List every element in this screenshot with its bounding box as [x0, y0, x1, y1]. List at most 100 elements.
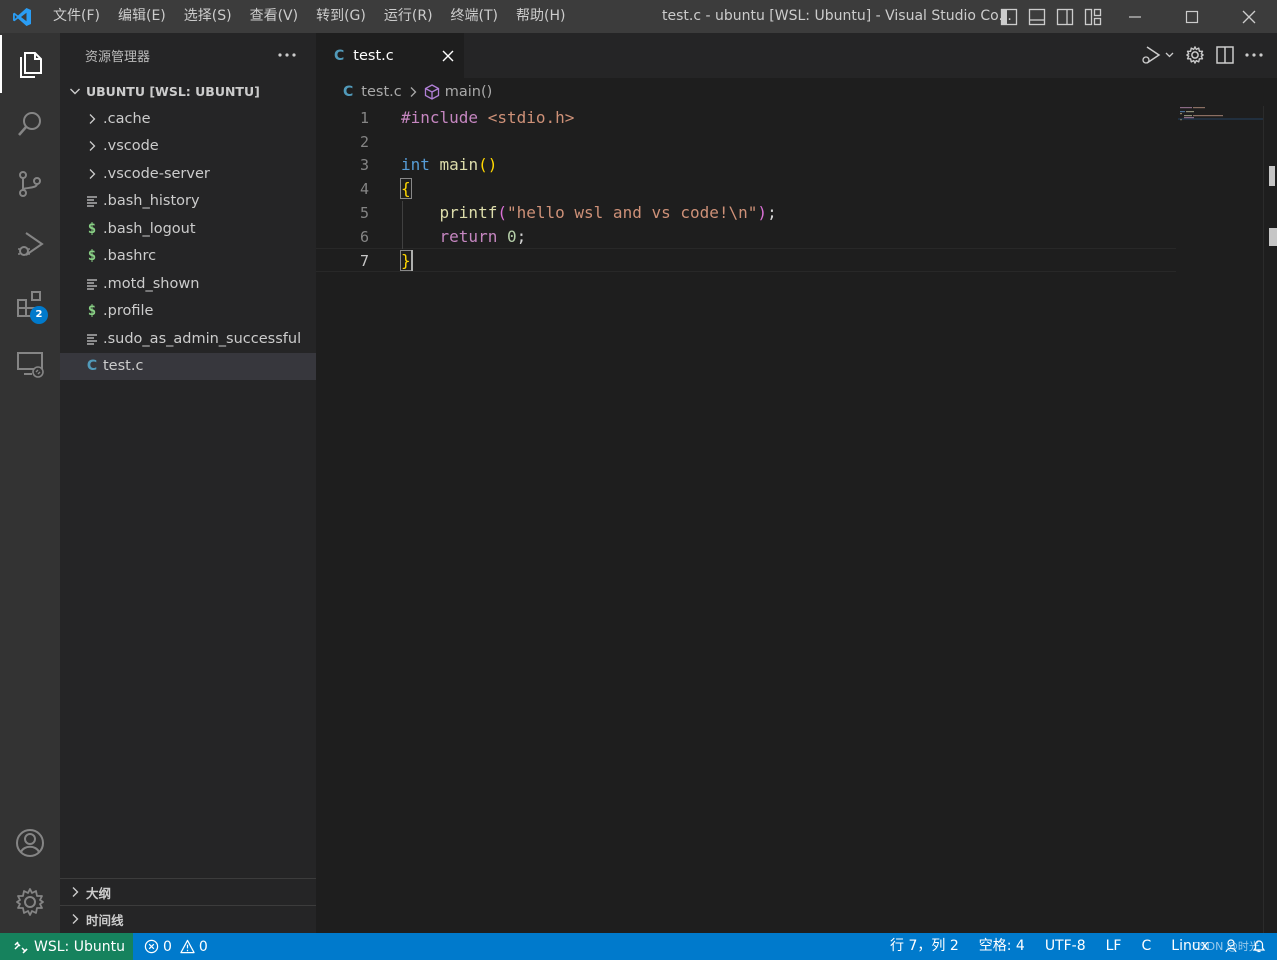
customize-layout-icon[interactable] — [1082, 6, 1104, 28]
explorer-icon[interactable] — [0, 35, 60, 93]
tree-item-bashrc[interactable]: $ .bashrc — [60, 243, 316, 271]
accounts-icon[interactable] — [0, 814, 60, 872]
source-control-icon[interactable] — [0, 155, 60, 213]
vertical-scrollbar[interactable] — [1263, 106, 1277, 933]
menu-edit[interactable]: 编辑(E) — [109, 0, 175, 33]
encoding[interactable]: UTF-8 — [1035, 933, 1096, 960]
tree-item-vscode[interactable]: .vscode — [60, 133, 316, 161]
tree-item-bash-history[interactable]: .bash_history — [60, 188, 316, 216]
toggle-sidebar-icon[interactable] — [998, 6, 1020, 28]
cursor-position[interactable]: 行 7，列 2 — [880, 933, 969, 960]
workspace-section-header[interactable]: UBUNTU [WSL: UBUNTU] — [60, 77, 316, 105]
activity-bar: 2 — [0, 33, 60, 933]
code-text: #include <stdio.h> — [401, 106, 574, 130]
run-debug-dropdown-icon[interactable] — [1139, 43, 1175, 67]
menu-file[interactable]: 文件(F) — [44, 0, 109, 33]
tree-item-label: .sudo_as_admin_successful — [103, 330, 302, 347]
workspace-section-label: UBUNTU [WSL: UBUNTU] — [86, 83, 260, 99]
minimap[interactable] — [1178, 106, 1263, 933]
token-type: int — [401, 155, 430, 174]
tree-item-sudo-as-admin[interactable]: .sudo_as_admin_successful — [60, 325, 316, 353]
cube-symbol-icon — [424, 84, 440, 100]
more-actions-icon[interactable] — [276, 44, 298, 66]
code-editor[interactable]: 1 #include <stdio.h> 2 3 int main() 4 { … — [316, 106, 1176, 933]
search-icon[interactable] — [0, 95, 60, 153]
breadcrumb-symbol[interactable]: main() — [445, 84, 493, 100]
menu-help[interactable]: 帮助(H) — [507, 0, 574, 33]
dollar-icon: $ — [87, 248, 97, 265]
menu-go[interactable]: 转到(G) — [307, 0, 375, 33]
breadcrumb-file[interactable]: test.c — [361, 84, 401, 100]
tree-item-profile[interactable]: $ .profile — [60, 298, 316, 326]
gear-icon[interactable] — [1185, 43, 1205, 67]
token-paren: () — [478, 155, 498, 174]
tree-item-bash-logout[interactable]: $ .bash_logout — [60, 215, 316, 243]
code-text: } — [400, 249, 412, 273]
token-paren: ) — [757, 203, 768, 222]
problems-indicator[interactable]: 0 0 — [144, 933, 208, 960]
tree-item-motd-shown[interactable]: .motd_shown — [60, 270, 316, 298]
sidebar-header: 资源管理器 — [60, 33, 316, 77]
editor-tabs: C test.c — [316, 33, 1277, 78]
tab-test-c[interactable]: C test.c — [316, 33, 464, 78]
minimize-icon[interactable] — [1106, 0, 1163, 33]
file-tree: .cache .vscode .vscode-server .bash_hist… — [60, 105, 316, 380]
tree-item-cache[interactable]: .cache — [60, 105, 316, 133]
c-file-icon: C — [86, 358, 98, 375]
window-title: test.c - ubuntu [WSL: Ubuntu] - Visual S… — [662, 8, 1012, 24]
split-editor-icon[interactable] — [1215, 43, 1235, 67]
outline-section-header[interactable]: 大纲 — [60, 878, 316, 905]
menu-run[interactable]: 运行(R) — [375, 0, 442, 33]
close-window-icon[interactable] — [1220, 0, 1277, 33]
token-string: "hello wsl and vs code!\n" — [506, 203, 758, 222]
timeline-section-header[interactable]: 时间线 — [60, 905, 316, 932]
chevron-right-icon — [82, 140, 102, 152]
code-line: 1 #include <stdio.h> — [316, 106, 1176, 130]
tree-item-label: .profile — [103, 303, 154, 320]
line-number: 1 — [359, 109, 369, 127]
token-header: <stdio.h> — [478, 108, 575, 127]
token-semicolon: ; — [767, 203, 777, 222]
warning-icon — [180, 939, 195, 954]
menu-selection[interactable]: 选择(S) — [175, 0, 241, 33]
extensions-icon[interactable]: 2 — [0, 275, 60, 333]
tree-item-label: .motd_shown — [103, 275, 200, 292]
code-line-current: 7 } — [316, 248, 1176, 272]
indentation[interactable]: 空格: 4 — [969, 933, 1035, 960]
extensions-badge: 2 — [30, 306, 48, 324]
scrollbar-marker — [1269, 166, 1275, 186]
settings-gear-icon[interactable] — [0, 873, 60, 931]
watermark: CSDN @时光 — [1192, 940, 1260, 953]
editor-actions — [1139, 43, 1263, 67]
window-controls — [1106, 0, 1277, 33]
menu-bar: 文件(F) 编辑(E) 选择(S) 查看(V) 转到(G) 运行(R) 终端(T… — [44, 0, 574, 33]
line-ending[interactable]: LF — [1096, 933, 1132, 960]
sidebar-title: 资源管理器 — [85, 49, 151, 65]
tree-item-test-c[interactable]: C test.c — [60, 352, 316, 380]
more-actions-icon[interactable] — [1245, 43, 1263, 67]
chevron-right-icon — [66, 886, 84, 898]
code-line: 6 return 0; — [316, 225, 1176, 249]
error-count: 0 — [163, 938, 172, 955]
toggle-secondary-sidebar-icon[interactable] — [1054, 6, 1076, 28]
maximize-icon[interactable] — [1163, 0, 1220, 33]
text-cursor — [411, 250, 413, 271]
warning-count: 0 — [198, 938, 208, 955]
toggle-panel-icon[interactable] — [1026, 6, 1048, 28]
run-debug-icon[interactable] — [0, 215, 60, 273]
chevron-right-icon — [66, 913, 84, 925]
remote-explorer-icon[interactable] — [0, 335, 60, 393]
close-tab-icon[interactable] — [438, 46, 458, 66]
indent-guide — [402, 201, 403, 249]
line-number: 4 — [359, 180, 369, 198]
lines-icon — [82, 333, 102, 345]
timeline-label: 时间线 — [86, 912, 124, 928]
remote-indicator[interactable]: WSL: Ubuntu — [0, 933, 133, 960]
token-function: printf — [401, 203, 498, 222]
token-semicolon: ; — [516, 227, 527, 246]
menu-view[interactable]: 查看(V) — [241, 0, 308, 33]
menu-terminal[interactable]: 终端(T) — [442, 0, 507, 33]
tree-item-vscode-server[interactable]: .vscode-server — [60, 160, 316, 188]
language-mode[interactable]: C — [1131, 933, 1161, 960]
token-paren: ( — [497, 203, 507, 222]
